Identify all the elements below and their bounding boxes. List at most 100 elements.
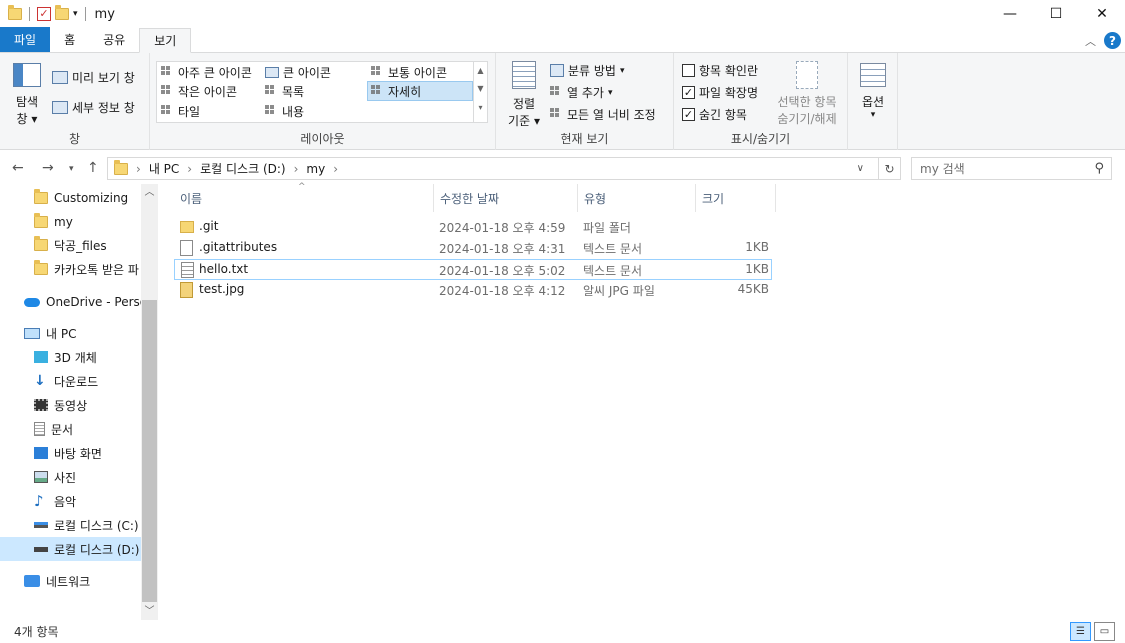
breadcrumb-my[interactable]: my [306,162,325,176]
nav-item-onedrive[interactable]: OneDrive - Person [0,290,155,314]
column-header-type[interactable]: 유형 [578,184,696,212]
item-count: 4개 항목 [14,625,59,639]
breadcrumb-local-disk-d[interactable]: 로컬 디스크 (D:) [200,160,285,177]
nav-item-my[interactable]: my [0,210,73,234]
column-header-date[interactable]: 수정한 날짜 [434,184,578,212]
item-checkboxes-toggle[interactable]: 항목 확인란 [682,62,758,79]
details-pane-button[interactable]: 세부 정보 창 [52,99,135,116]
file-row[interactable]: test.jpg 2024-01-18 오후 4:12 알씨 JPG 파일 45… [174,280,772,301]
new-folder-icon[interactable] [55,5,69,20]
file-date: 2024-01-18 오후 5:02 [439,264,566,278]
nav-item-kakaotalk[interactable]: 카카오톡 받은 파 [0,257,139,281]
file-type: 텍스트 문서 [583,242,643,256]
tab-file[interactable]: 파일 [0,27,51,52]
up-button[interactable]: ↑ [87,160,99,176]
tab-home[interactable]: 홈 [50,27,89,52]
nav-item-music[interactable]: ♪ 음악 [0,489,76,513]
preview-pane-button[interactable]: 미리 보기 창 [52,69,135,86]
nav-item-documents[interactable]: 문서 [0,417,73,441]
scroll-up-icon[interactable]: ▲ [474,62,487,80]
details-view-button[interactable]: ☰ [1070,622,1091,641]
address-bar[interactable]: › 내 PC › 로컬 디스크 (D:) › my › ∨ [107,157,879,180]
add-columns-button[interactable]: 열 추가 ▾ [550,84,612,101]
ribbon: 탐색 창 ▾ 미리 보기 창 세부 정보 창 창 레이아웃 아주 큰 아이콘 큰… [0,53,1125,150]
current-view-group: 정렬 기준 ▾ 분류 방법 ▾ 열 추가 ▾ 모든 열 너비 조정 현재 보기 [496,53,674,150]
show-hide-group-label: 표시/숨기기 [730,132,791,146]
layout-gallery: 아주 큰 아이콘 큰 아이콘 보통 아이콘 작은 아이콘 목록 자세히 타일 내… [156,61,488,123]
address-history-icon[interactable]: ∨ [857,163,864,174]
scrollbar-thumb[interactable] [142,300,157,602]
refresh-button[interactable]: ↻ [879,157,901,180]
large-icons-view-button[interactable]: ▭ [1094,622,1115,641]
layout-details[interactable]: 자세히 [367,81,473,101]
folder-icon [8,5,22,20]
network-icon [24,575,40,587]
chevron-down-icon[interactable]: ▾ [73,9,78,19]
group-by-button[interactable]: 분류 방법 ▾ [550,62,625,79]
layout-large-icons[interactable]: 큰 아이콘 [265,64,331,81]
collapse-ribbon-icon[interactable]: ︿ [1085,33,1096,49]
hidden-items-toggle[interactable]: ✓ 숨긴 항목 [682,106,747,123]
layout-tiles[interactable]: 타일 [161,103,200,120]
layout-gallery-scroll[interactable]: ▲ ▼ ▾ [473,62,487,122]
nav-item-downloads[interactable]: ↓ 다운로드 [0,369,98,393]
help-icon[interactable]: ? [1104,32,1121,49]
file-row[interactable]: .gitattributes 2024-01-18 오후 4:31 텍스트 문서… [174,238,772,259]
layout-content[interactable]: 내용 [265,103,304,120]
layout-medium-icons[interactable]: 보통 아이콘 [371,64,447,81]
checkbox-checked-icon: ✓ [682,108,695,121]
search-icon: ⚲ [1094,161,1104,176]
checkbox-unchecked-icon [682,64,695,77]
layout-extra-large-icons[interactable]: 아주 큰 아이콘 [161,64,252,81]
nav-item-desktop[interactable]: 바탕 화면 [0,441,102,465]
folder-icon [34,236,48,251]
options-group: 옵션 ▾ [848,53,898,150]
folder-icon [34,260,48,275]
tab-view[interactable]: 보기 [139,28,192,53]
nav-item-local-disk-c[interactable]: 로컬 디스크 (C:) [0,513,139,537]
minimize-button[interactable]: — [987,0,1033,28]
breadcrumb-this-pc[interactable]: 내 PC [149,160,179,177]
breadcrumb-chevron-icon: › [293,161,299,176]
folder-icon [180,221,194,233]
file-date: 2024-01-18 오후 4:31 [439,242,566,256]
options-button[interactable]: 옵션 ▾ [856,63,890,120]
file-row[interactable]: hello.txt 2024-01-18 오후 5:02 텍스트 문서 1KB [174,259,772,280]
size-all-columns-button[interactable]: 모든 열 너비 조정 [550,106,656,123]
file-extensions-toggle[interactable]: ✓ 파일 확장명 [682,84,758,101]
tab-share[interactable]: 공유 [89,27,139,52]
file-name: hello.txt [199,262,249,276]
column-header-size[interactable]: 크기 [696,184,776,212]
file-type: 알씨 JPG 파일 [583,284,655,298]
nav-pane-scrollbar[interactable]: ︿ ﹀ [141,184,158,620]
expand-gallery-icon[interactable]: ▾ [474,98,487,118]
nav-item-network[interactable]: 네트워크 [0,569,90,593]
properties-icon[interactable]: ✓ [37,7,51,21]
folder-icon [114,159,128,175]
scroll-down-icon[interactable]: ﹀ [141,603,158,620]
layout-list[interactable]: 목록 [265,83,304,100]
hide-selected-button[interactable]: 선택한 항목 숨기기/해제 [772,61,842,127]
nav-item-customizing[interactable]: Customizing [0,186,128,210]
column-header-name[interactable]: 이름 [174,184,434,212]
file-row[interactable]: .git 2024-01-18 오후 4:59 파일 폴더 [174,217,772,238]
nav-item-this-pc[interactable]: 내 PC [0,321,76,345]
nav-item-pictures[interactable]: 사진 [0,465,76,489]
sort-by-button[interactable]: 정렬 기준 ▾ [506,61,542,129]
nav-item-3d-objects[interactable]: 3D 개체 [0,345,97,369]
back-button[interactable]: ← [12,160,24,176]
large-icons-icon [265,67,279,78]
scroll-down-icon[interactable]: ▼ [474,80,487,98]
maximize-button[interactable]: ☐ [1033,0,1079,28]
forward-button[interactable]: → [42,160,54,176]
nav-item-videos[interactable]: 동영상 [0,393,87,417]
file-type: 텍스트 문서 [583,264,643,278]
nav-item-local-disk-d[interactable]: 로컬 디스크 (D:) [0,537,141,561]
recent-locations-icon[interactable]: ▾ [69,164,74,174]
search-input[interactable]: my 검색 ⚲ [911,157,1112,180]
close-button[interactable]: ✕ [1079,0,1125,28]
layout-small-icons[interactable]: 작은 아이콘 [161,83,237,100]
nav-item-dakgong-files[interactable]: 닥공_files [0,233,107,257]
scroll-up-icon[interactable]: ︿ [141,184,158,201]
nav-pane-button[interactable]: 탐색 창 ▾ [10,63,44,127]
